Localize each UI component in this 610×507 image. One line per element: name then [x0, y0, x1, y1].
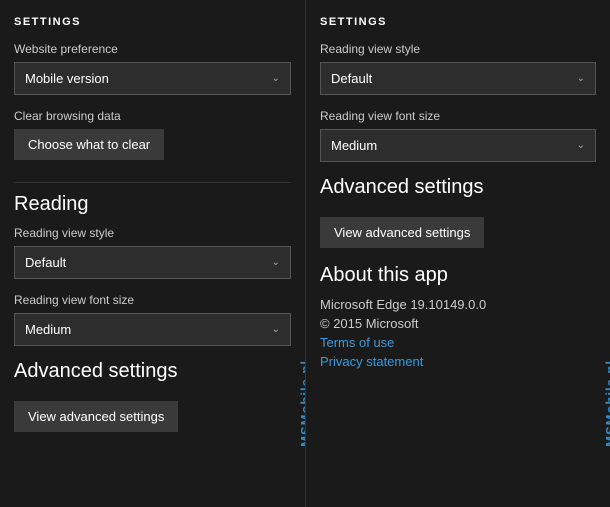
- privacy-statement-link[interactable]: Privacy statement: [320, 354, 596, 369]
- chevron-down-icon: ⌄: [272, 324, 280, 335]
- advanced-heading: Advanced settings: [14, 360, 291, 383]
- terms-of-use-link[interactable]: Terms of use: [320, 335, 596, 350]
- copyright-text: © 2015 Microsoft: [320, 316, 596, 331]
- chevron-down-icon: ⌄: [577, 73, 585, 84]
- chevron-down-icon: ⌄: [577, 140, 585, 151]
- right-reading-style-dropdown[interactable]: Default ⌄: [320, 62, 596, 95]
- right-reading-font-label: Reading view font size: [320, 109, 596, 123]
- right-reading-style-label: Reading view style: [320, 42, 596, 56]
- left-settings-title: SETTINGS: [14, 16, 291, 28]
- right-advanced-settings-section: Advanced settings View advanced settings: [320, 176, 596, 248]
- chevron-down-icon: ⌄: [272, 257, 280, 268]
- reading-heading: Reading: [14, 193, 291, 216]
- right-reading-font-dropdown[interactable]: Medium ⌄: [320, 129, 596, 162]
- left-watermark: MSMobile.pl: [298, 360, 305, 447]
- right-reading-font-value: Medium: [331, 138, 377, 153]
- advanced-settings-section: Advanced settings View advanced settings: [14, 360, 291, 432]
- website-pref-label: Website preference: [14, 42, 291, 56]
- right-settings-panel: SETTINGS Reading view style Default ⌄ Re…: [305, 0, 610, 507]
- view-advanced-settings-button[interactable]: View advanced settings: [14, 401, 178, 432]
- app-name: Microsoft Edge 19.10149.0.0: [320, 297, 596, 312]
- left-settings-panel: SETTINGS Website preference Mobile versi…: [0, 0, 305, 507]
- clear-data-label: Clear browsing data: [14, 109, 291, 123]
- right-reading-style-value: Default: [331, 71, 372, 86]
- website-pref-value: Mobile version: [25, 71, 109, 86]
- reading-style-value: Default: [25, 255, 66, 270]
- right-settings-title: SETTINGS: [320, 16, 596, 28]
- reading-font-dropdown[interactable]: Medium ⌄: [14, 313, 291, 346]
- chevron-down-icon: ⌄: [272, 73, 280, 84]
- reading-style-label: Reading view style: [14, 226, 291, 240]
- website-pref-dropdown[interactable]: Mobile version ⌄: [14, 62, 291, 95]
- about-heading: About this app: [320, 264, 596, 287]
- right-advanced-heading: Advanced settings: [320, 176, 596, 199]
- divider: [14, 182, 291, 183]
- reading-font-label: Reading view font size: [14, 293, 291, 307]
- right-view-advanced-settings-button[interactable]: View advanced settings: [320, 217, 484, 248]
- right-watermark: MSMobile.pl: [603, 360, 610, 447]
- about-section: About this app Microsoft Edge 19.10149.0…: [320, 264, 596, 369]
- clear-data-button[interactable]: Choose what to clear: [14, 129, 164, 160]
- reading-style-dropdown[interactable]: Default ⌄: [14, 246, 291, 279]
- reading-font-value: Medium: [25, 322, 71, 337]
